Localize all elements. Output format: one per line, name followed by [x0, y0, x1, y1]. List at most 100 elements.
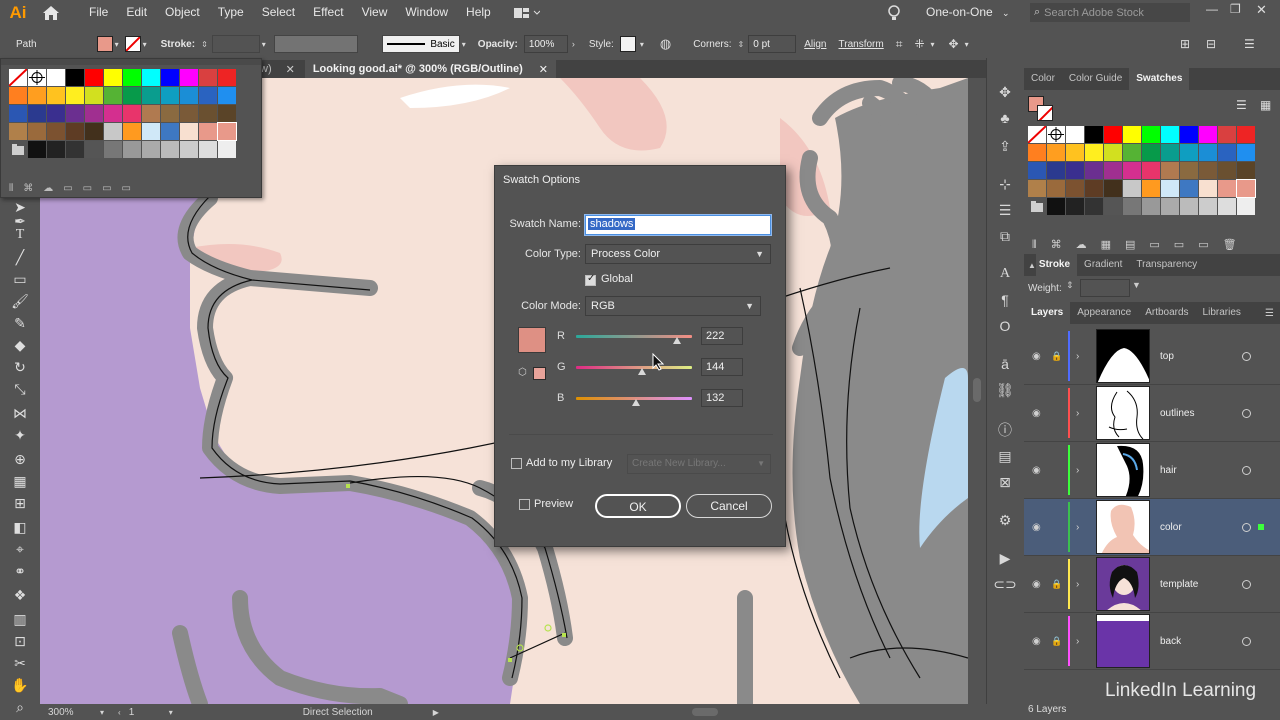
chevron-down-icon[interactable]: ▾ [640, 40, 644, 49]
swatch-cell[interactable] [1199, 180, 1217, 197]
swatch-cell[interactable] [104, 87, 122, 104]
swatch-cell[interactable] [1047, 198, 1065, 215]
web-safe-swatch[interactable] [533, 367, 546, 380]
swatch-cell[interactable] [28, 141, 46, 158]
swatch-cell[interactable] [1180, 180, 1198, 197]
library-select[interactable]: Create New Library... ▼ [627, 454, 771, 474]
swatch-cell[interactable] [85, 69, 103, 86]
chevron-down-icon[interactable]: ▾ [931, 40, 935, 49]
swatch-cell[interactable] [9, 105, 27, 122]
color-type-select[interactable]: Process Color ▼ [585, 244, 771, 264]
swatch-cell[interactable] [218, 69, 236, 86]
grid-view-icon[interactable]: ▦ [1260, 98, 1271, 112]
ok-button[interactable]: OK [595, 494, 681, 518]
swatch-cell[interactable] [9, 141, 27, 158]
list-view-icon[interactable]: ☰ [1236, 98, 1247, 112]
paragraph-icon[interactable]: ¶ [995, 290, 1015, 310]
corners-field[interactable]: 0 pt [748, 35, 797, 53]
scrollbar-thumb[interactable] [973, 378, 981, 402]
visibility-eye-icon[interactable]: ◉ [1032, 408, 1041, 419]
export-icon[interactable]: ⇪ [995, 136, 1015, 156]
preview-checkbox[interactable] [519, 499, 530, 510]
swatch-cell[interactable] [1123, 198, 1141, 215]
stock-search[interactable]: ⌕ Search Adobe Stock [1030, 3, 1190, 22]
brush-definition[interactable]: Basic [381, 35, 460, 53]
swatch-cell[interactable] [1047, 180, 1065, 197]
swatch-cell[interactable] [1104, 180, 1122, 197]
swatch-cell[interactable] [1142, 180, 1160, 197]
slider-b-thumb[interactable] [632, 399, 641, 406]
scale-tool-icon[interactable]: ⤡ [10, 380, 30, 398]
swatch-cell[interactable] [1104, 144, 1122, 161]
swatch-cell[interactable] [1066, 144, 1084, 161]
gradient-tool-icon[interactable]: ◧ [10, 518, 30, 536]
menu-object[interactable]: Object [156, 0, 209, 25]
swatch-cell[interactable] [218, 141, 236, 158]
tab-gradient[interactable]: Gradient [1077, 254, 1129, 276]
swatch-cell[interactable] [1142, 162, 1160, 179]
slider-g-thumb[interactable] [637, 368, 646, 375]
swatch-cell[interactable] [8, 68, 28, 87]
tab-appearance[interactable]: Appearance [1070, 302, 1138, 324]
tab-transparency[interactable]: Transparency [1129, 254, 1204, 276]
swatch-cell[interactable] [28, 105, 46, 122]
artboard-number[interactable]: 1 [129, 707, 169, 718]
swatch-cell[interactable] [1104, 126, 1122, 143]
weight-stepper[interactable]: ⇕ [1066, 280, 1074, 291]
stroke-weight-stepper[interactable]: ⇕ [201, 40, 208, 49]
swatch-cell[interactable] [1180, 144, 1198, 161]
visibility-eye-icon[interactable]: ◉ [1032, 522, 1041, 533]
swatch-cell[interactable] [161, 69, 179, 86]
swatch-cell[interactable] [1142, 126, 1160, 143]
tab-stroke[interactable]: Stroke [1035, 254, 1078, 276]
swatch-cell[interactable] [199, 87, 217, 104]
swatch-cell[interactable] [66, 123, 84, 140]
swatch-cell[interactable] [1142, 144, 1160, 161]
swatch-cell[interactable] [1123, 126, 1141, 143]
hand-tool-icon[interactable]: ✋ [10, 676, 30, 694]
swatch-cell[interactable] [104, 141, 122, 158]
tab-artboards[interactable]: Artboards [1138, 302, 1195, 324]
close-window-icon[interactable]: ✕ [1256, 2, 1267, 18]
layer-name[interactable]: outlines [1160, 408, 1194, 419]
panel-grip[interactable] [1, 59, 261, 65]
slider-g-track[interactable] [576, 366, 692, 369]
swatch-cell[interactable] [180, 105, 198, 122]
club-symbol-icon[interactable]: ♣ [995, 108, 1015, 128]
puppet-warp-icon[interactable]: ✥ [995, 82, 1015, 102]
channel-r-value[interactable]: 222 [701, 327, 743, 345]
tab-color[interactable]: Color [1024, 68, 1062, 90]
swatch-cell[interactable] [1085, 126, 1103, 143]
swatch-cell[interactable] [104, 69, 122, 86]
arrange-documents-icon[interactable] [513, 7, 544, 19]
fill-stroke-indicator[interactable] [1028, 96, 1054, 122]
blend-tool-icon[interactable]: ⚭ [10, 562, 30, 580]
swatch-name-input[interactable]: shadows [585, 215, 771, 235]
swatch-cell[interactable] [199, 105, 217, 122]
swatch-cell[interactable] [142, 69, 160, 86]
swatch-cell[interactable] [1199, 162, 1217, 179]
swatch-cell[interactable] [1237, 144, 1255, 161]
image-trace-icon[interactable]: ⊠ [995, 472, 1015, 492]
shape-builder-tool-icon[interactable]: ⊕ [10, 450, 30, 468]
selection-indicator-icon[interactable] [1258, 524, 1264, 530]
swatch-cell[interactable] [1066, 180, 1084, 197]
swatch-cell[interactable] [180, 87, 198, 104]
tab-looking-good[interactable]: Looking good.ai* @ 300% (RGB/Outline) ✕ [304, 60, 557, 78]
swatch-cell[interactable] [1123, 180, 1141, 197]
swatch-cell[interactable] [1237, 126, 1255, 143]
layer-target-icon[interactable] [1242, 522, 1251, 532]
workspace-switcher[interactable]: One-on-One ⌄ [926, 0, 1010, 26]
menu-select[interactable]: Select [253, 0, 304, 25]
chevron-right-icon[interactable]: › [572, 39, 575, 49]
layer-row-top[interactable]: ◉ 🔒 › top [1024, 328, 1280, 385]
swatch-cell[interactable] [1066, 198, 1084, 215]
swatch-cell[interactable] [85, 141, 103, 158]
channel-b-value[interactable]: 132 [701, 389, 743, 407]
swatch-cell[interactable] [1085, 144, 1103, 161]
swatch-cell[interactable] [1218, 162, 1236, 179]
swatch-cell[interactable] [161, 87, 179, 104]
visibility-eye-icon[interactable]: ◉ [1032, 579, 1041, 590]
chevron-down-icon[interactable]: ▾ [143, 40, 147, 49]
panel-menu-icon[interactable]: ☰ [1265, 308, 1274, 319]
